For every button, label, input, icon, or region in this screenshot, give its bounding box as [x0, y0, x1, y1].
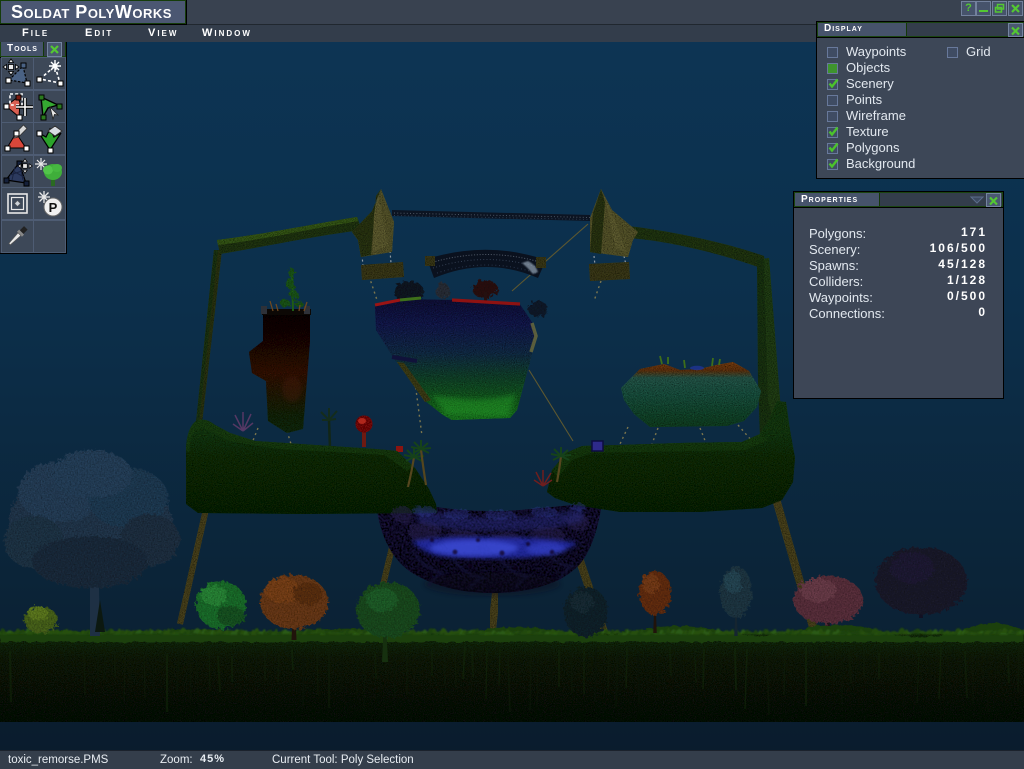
svg-text:P: P	[49, 200, 58, 215]
